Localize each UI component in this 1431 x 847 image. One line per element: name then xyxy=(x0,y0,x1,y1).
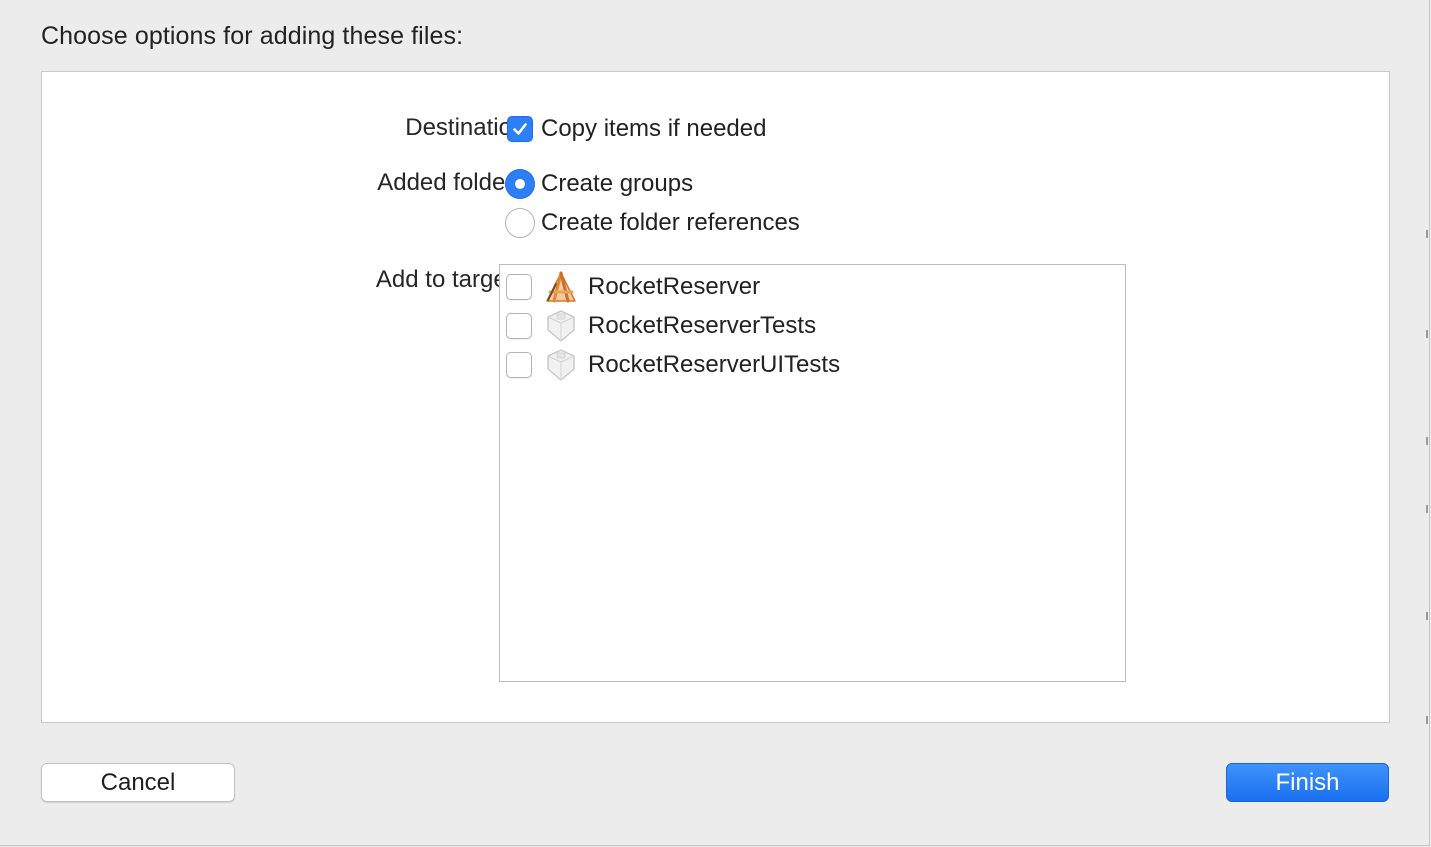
copy-items-checkbox[interactable] xyxy=(507,116,533,142)
edge-marker xyxy=(1426,437,1428,445)
target-checkbox-rocketreservertests[interactable] xyxy=(506,313,532,339)
add-to-targets-label: Add to targets: xyxy=(375,266,532,293)
edge-marker xyxy=(1426,230,1428,238)
edge-marker xyxy=(1426,330,1428,338)
finish-button[interactable]: Finish xyxy=(1226,763,1389,802)
copy-items-option[interactable]: Copy items if needed xyxy=(507,115,766,143)
app-target-icon xyxy=(546,271,576,303)
labels-column: Destination: Added folders: Add to targe… xyxy=(232,72,532,722)
added-folders-label: Added folders: xyxy=(377,169,532,196)
destination-label: Destination: xyxy=(405,114,532,141)
targets-list[interactable]: RocketReserver RocketReserverTests Rocke… xyxy=(499,264,1126,682)
target-name-rocketreserver: RocketReserver xyxy=(588,273,761,300)
target-row-rocketreserveruitests[interactable]: RocketReserverUITests xyxy=(506,348,840,382)
cancel-button[interactable]: Cancel xyxy=(41,763,235,802)
edge-marker xyxy=(1426,612,1428,620)
test-bundle-icon xyxy=(547,349,575,381)
create-folder-references-label: Create folder references xyxy=(541,209,800,236)
options-panel: Destination: Added folders: Add to targe… xyxy=(41,71,1390,723)
target-checkbox-rocketreserveruitests[interactable] xyxy=(506,352,532,378)
create-folder-references-radio[interactable] xyxy=(505,208,535,238)
target-name-rocketreservertests: RocketReserverTests xyxy=(588,312,817,339)
add-files-dialog: Choose options for adding these files: D… xyxy=(0,0,1430,846)
target-row-rocketreservertests[interactable]: RocketReserverTests xyxy=(506,309,816,343)
edge-marker xyxy=(1426,716,1428,724)
edge-marker xyxy=(1426,505,1428,513)
checkmark-icon xyxy=(513,123,527,135)
target-name-rocketreserveruitests: RocketReserverUITests xyxy=(588,351,841,378)
copy-items-label: Copy items if needed xyxy=(541,115,767,142)
create-folder-references-option[interactable]: Create folder references xyxy=(505,208,800,238)
create-groups-option[interactable]: Create groups xyxy=(505,169,693,199)
create-groups-radio[interactable] xyxy=(505,169,535,199)
create-groups-label: Create groups xyxy=(541,170,694,197)
target-checkbox-rocketreserver[interactable] xyxy=(506,274,532,300)
dialog-heading: Choose options for adding these files: xyxy=(41,22,464,50)
test-bundle-icon xyxy=(547,310,575,342)
target-row-rocketreserver[interactable]: RocketReserver xyxy=(506,270,760,304)
